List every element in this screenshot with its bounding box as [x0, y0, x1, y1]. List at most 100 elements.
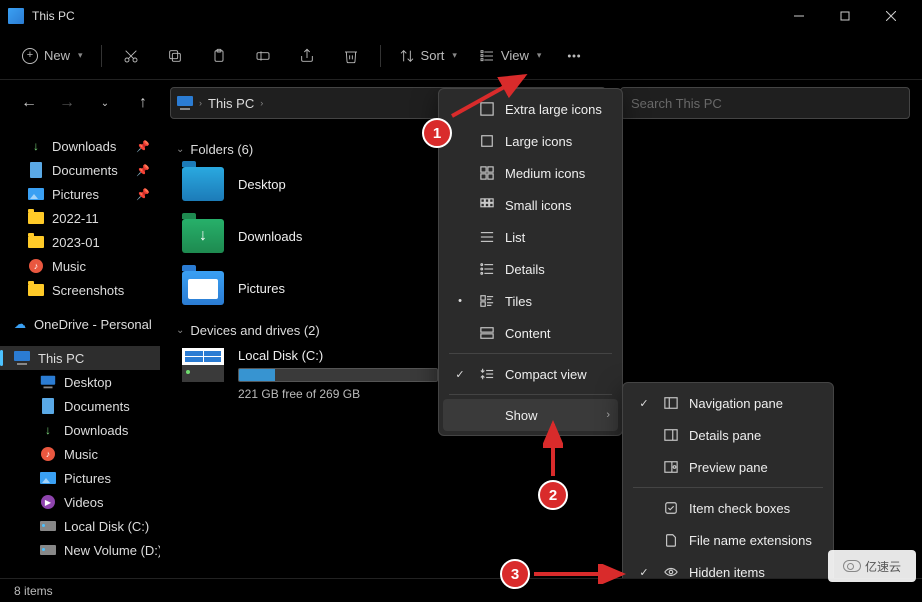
pin-icon: 📌: [136, 164, 150, 177]
sidebar-item-local-disk-c[interactable]: Local Disk (C:): [0, 514, 160, 538]
menu-item-small-icons[interactable]: Small icons: [443, 189, 618, 221]
checkbox-icon: [663, 500, 679, 516]
titlebar: This PC: [0, 0, 922, 32]
view-button[interactable]: View ▾: [471, 39, 549, 73]
sidebar-item-documents[interactable]: Documents: [0, 394, 160, 418]
sort-button[interactable]: Sort ▾: [391, 39, 465, 73]
menu-item-file-name-extensions[interactable]: File name extensions: [627, 524, 829, 556]
drive-icon: [40, 542, 56, 558]
up-button[interactable]: ↑: [126, 86, 160, 120]
sidebar-item-screenshots[interactable]: Screenshots: [0, 278, 160, 302]
folder-icon: [28, 282, 44, 298]
sidebar-item-music[interactable]: ♪Music: [0, 254, 160, 278]
document-icon: [28, 162, 44, 178]
watermark: 亿速云: [828, 550, 916, 582]
menu-item-extra-large-icons[interactable]: Extra large icons: [443, 93, 618, 125]
new-label: New: [44, 48, 70, 63]
picture-icon: [28, 186, 44, 202]
paste-button[interactable]: [200, 39, 238, 73]
chevron-right-icon: ›: [199, 98, 202, 108]
breadcrumb[interactable]: This PC: [208, 96, 254, 111]
desktop-icon: [40, 374, 56, 390]
sidebar-item-downloads[interactable]: ↓Downloads: [0, 418, 160, 442]
search-input[interactable]: Search This PC: [620, 87, 910, 119]
sidebar-item-pictures[interactable]: Pictures: [0, 466, 160, 490]
sidebar: ↓Downloads📌 Documents📌 Pictures📌 2022-11…: [0, 126, 160, 578]
menu-item-compact-view[interactable]: ✓Compact view: [443, 358, 618, 390]
app-icon: [8, 8, 24, 24]
sidebar-item-pictures[interactable]: Pictures📌: [0, 182, 160, 206]
minimize-button[interactable]: [776, 0, 822, 32]
check-icon: ✓: [635, 566, 653, 579]
details-pane-icon: [663, 427, 679, 443]
menu-item-show[interactable]: Show›: [443, 399, 618, 431]
sidebar-item-thispc[interactable]: This PC: [0, 346, 160, 370]
menu-item-details-pane[interactable]: Details pane: [627, 419, 829, 451]
menu-item-tiles[interactable]: •Tiles: [443, 285, 618, 317]
delete-button[interactable]: [332, 39, 370, 73]
menu-item-preview-pane[interactable]: Preview pane: [627, 451, 829, 483]
sidebar-item-videos[interactable]: ▶Videos: [0, 490, 160, 514]
large-icons-icon: [479, 133, 495, 149]
view-menu: Extra large icons Large icons Medium ico…: [438, 88, 623, 436]
rename-button[interactable]: [244, 39, 282, 73]
navigation-pane-icon: [663, 395, 679, 411]
drive-free-text: 221 GB free of 269 GB: [238, 387, 438, 401]
forward-button[interactable]: →: [50, 86, 84, 120]
menu-item-large-icons[interactable]: Large icons: [443, 125, 618, 157]
chevron-down-icon: ▾: [78, 50, 83, 61]
download-icon: ↓: [28, 138, 44, 154]
chevron-down-icon: ⌄: [176, 144, 184, 155]
music-icon: ♪: [28, 258, 44, 274]
annotation-badge-2: 2: [538, 480, 568, 510]
menu-item-list[interactable]: List: [443, 221, 618, 253]
cloud-icon: ☁: [14, 316, 26, 332]
share-button[interactable]: [288, 39, 326, 73]
sidebar-item-documents[interactable]: Documents📌: [0, 158, 160, 182]
more-button[interactable]: [555, 39, 593, 73]
new-button[interactable]: + New ▾: [14, 39, 91, 73]
drive-usage-bar: [238, 368, 438, 382]
chevron-down-icon: ⌄: [176, 325, 184, 336]
sidebar-item-desktop[interactable]: Desktop: [0, 370, 160, 394]
window-title: This PC: [32, 9, 776, 23]
maximize-button[interactable]: [822, 0, 868, 32]
document-icon: [40, 398, 56, 414]
sidebar-item-folder[interactable]: 2022-11: [0, 206, 160, 230]
sidebar-item-folder[interactable]: 2023-01: [0, 230, 160, 254]
chevron-down-icon: ▾: [537, 50, 542, 61]
cut-button[interactable]: [112, 39, 150, 73]
sort-icon: [399, 48, 415, 64]
chevron-right-icon: ›: [260, 98, 263, 108]
folder-icon: [28, 210, 44, 226]
close-button[interactable]: [868, 0, 914, 32]
copy-button[interactable]: [156, 39, 194, 73]
video-icon: ▶: [40, 494, 56, 510]
menu-item-navigation-pane[interactable]: ✓Navigation pane: [627, 387, 829, 419]
annotation-badge-3: 3: [500, 559, 530, 589]
menu-item-item-check-boxes[interactable]: Item check boxes: [627, 492, 829, 524]
details-icon: [479, 261, 495, 277]
menu-item-details[interactable]: Details: [443, 253, 618, 285]
menu-item-medium-icons[interactable]: Medium icons: [443, 157, 618, 189]
folder-tile-pictures[interactable]: Pictures: [182, 271, 422, 305]
compact-view-icon: [479, 366, 495, 382]
sidebar-item-music[interactable]: ♪Music: [0, 442, 160, 466]
sidebar-item-new-volume-d[interactable]: New Volume (D:): [0, 538, 160, 562]
folder-tile-downloads[interactable]: Downloads: [182, 219, 422, 253]
tiles-icon: [479, 293, 495, 309]
content-icon: [479, 325, 495, 341]
separator: [449, 394, 612, 395]
folder-icon: [28, 234, 44, 250]
menu-item-content[interactable]: Content: [443, 317, 618, 349]
folder-tile-desktop[interactable]: Desktop: [182, 167, 422, 201]
sidebar-item-onedrive[interactable]: ☁OneDrive - Personal: [0, 312, 160, 336]
back-button[interactable]: ←: [12, 86, 46, 120]
download-icon: ↓: [40, 422, 56, 438]
pin-icon: 📌: [136, 188, 150, 201]
preview-pane-icon: [663, 459, 679, 475]
sidebar-item-downloads[interactable]: ↓Downloads📌: [0, 134, 160, 158]
history-button[interactable]: ⌄: [88, 86, 122, 120]
separator: [101, 45, 102, 67]
check-icon: •: [451, 295, 469, 307]
